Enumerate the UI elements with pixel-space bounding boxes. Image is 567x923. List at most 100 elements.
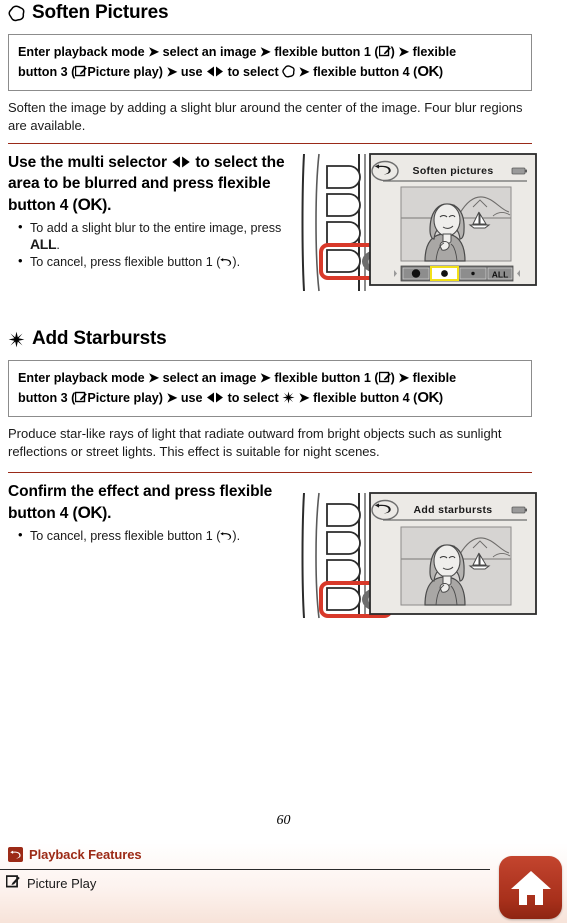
list-item: To cancel, press flexible button 1 (). [18, 253, 288, 270]
starburst-icon [8, 331, 25, 348]
step-bullet-list-starbursts: To cancel, press flexible button 1 (). [8, 527, 288, 544]
svg-text:Add starbursts: Add starbursts [414, 504, 493, 516]
procedure-line-2: button 3 (Picture play) ➤ use to select … [18, 388, 522, 408]
step-text: Use the multi selector [8, 154, 167, 171]
proc-text: select an image [162, 45, 257, 59]
proc-text: flexible [412, 45, 457, 59]
proc-text: Enter playback mode [18, 371, 145, 385]
arrow-icon: ➤ [148, 44, 160, 59]
multi-selector-left-right-icon [206, 392, 224, 403]
section-description-starbursts: Produce star-like rays of light that rad… [8, 426, 502, 459]
bullet-text: To add a slight blur to the entire image… [30, 221, 282, 235]
arrow-icon: ➤ [148, 370, 160, 385]
proc-text: button 3 ( [18, 391, 76, 405]
step-title-starbursts: Confirm the effect and press flexible bu… [8, 481, 288, 524]
proc-text: flexible button 4 ( [313, 391, 418, 405]
ok-label: OK [77, 195, 103, 214]
proc-text: ) [390, 45, 395, 59]
arrow-icon: ➤ [259, 370, 271, 385]
breadcrumb-parent-label: Playback Features [29, 847, 142, 862]
proc-text: flexible button 4 ( [313, 65, 418, 79]
bullet-text: ). [232, 529, 241, 543]
arrow-icon: ➤ [298, 390, 310, 405]
section-divider [8, 143, 532, 144]
bullet-text: To cancel, press flexible button 1 ( [30, 529, 221, 543]
picture-play-icon [75, 391, 88, 403]
breadcrumb-child-label: Picture Play [27, 876, 97, 891]
back-arrow-badge-icon [8, 847, 23, 862]
bullet-text: To cancel, press flexible button 1 ( [30, 255, 221, 269]
back-arrow-icon [220, 530, 232, 542]
section-soften-pictures: Soften Pictures Enter playback mode ➤ se… [8, 0, 537, 292]
proc-text: ) [390, 371, 395, 385]
section-divider [8, 472, 532, 473]
camera-illustration-soften: OK Soften pictures [297, 150, 542, 295]
ok-label: OK [417, 389, 439, 406]
section-heading-starbursts: Add Starbursts [8, 326, 532, 352]
svg-text:ALL: ALL [492, 270, 509, 280]
arrow-icon: ➤ [259, 44, 271, 59]
page-number: 60 [276, 813, 291, 828]
step-block-soften: Use the multi selector to select the are… [8, 152, 288, 271]
arrow-icon: ➤ [398, 370, 410, 385]
section-add-starbursts: Add Starbursts Enter playback mode ➤ sel… [8, 326, 537, 619]
step-block-starbursts: Confirm the effect and press flexible bu… [8, 481, 288, 545]
soften-circle-icon [8, 4, 25, 22]
procedure-line-1: Enter playback mode ➤ select an image ➤ … [18, 368, 522, 388]
picture-play-icon [378, 45, 391, 57]
breadcrumb-child[interactable]: Picture Play [5, 874, 97, 893]
step-title-soften: Use the multi selector to select the are… [8, 152, 288, 216]
arrow-icon: ➤ [166, 64, 178, 79]
step-text: ). [102, 197, 112, 214]
footer-divider [0, 869, 490, 870]
proc-text: ) [438, 391, 444, 405]
proc-text: button 3 ( [18, 65, 76, 79]
proc-text: Picture play) [87, 65, 163, 79]
proc-text: flexible [412, 371, 457, 385]
picture-play-icon [75, 65, 88, 77]
arrow-icon: ➤ [398, 44, 410, 59]
list-item: To cancel, press flexible button 1 (). [18, 527, 288, 544]
page-footer: Playback Features Picture Play [0, 843, 567, 923]
proc-text: select an image [162, 371, 257, 385]
arrow-icon: ➤ [166, 390, 178, 405]
proc-text: use [180, 391, 203, 405]
all-label: ALL [30, 236, 57, 252]
back-arrow-icon [220, 256, 232, 268]
step-bullet-list-soften: To add a slight blur to the entire image… [8, 219, 288, 270]
home-button[interactable] [499, 856, 562, 919]
bullet-text: ). [232, 255, 241, 269]
home-icon [510, 869, 552, 907]
proc-text: flexible button 1 ( [274, 45, 379, 59]
step-text: ). [102, 505, 112, 522]
procedure-line-2: button 3 (Picture play) ➤ use to select … [18, 62, 522, 82]
starburst-icon [282, 391, 295, 404]
camera-illustration-starbursts: OK Add starbursts [297, 489, 542, 622]
proc-text: ) [438, 65, 444, 79]
picture-play-icon [5, 874, 20, 893]
section-description-soften: Soften the image by adding a slight blur… [8, 100, 523, 133]
list-item: To add a slight blur to the entire image… [18, 219, 288, 253]
step-text: Confirm the effect and press flexible bu… [8, 483, 273, 522]
ok-label: OK [417, 63, 439, 80]
proc-text: flexible button 1 ( [274, 371, 379, 385]
breadcrumb-parent[interactable]: Playback Features [8, 847, 142, 862]
procedure-line-1: Enter playback mode ➤ select an image ➤ … [18, 42, 522, 62]
bullet-text: . [56, 238, 60, 252]
svg-text:Soften pictures: Soften pictures [413, 165, 494, 177]
proc-text: to select [227, 391, 279, 405]
proc-text: Enter playback mode [18, 45, 145, 59]
manual-page: Soften Pictures Enter playback mode ➤ se… [0, 0, 567, 923]
picture-play-icon [378, 371, 391, 383]
multi-selector-left-right-icon [206, 66, 224, 77]
procedure-box-soften: Enter playback mode ➤ select an image ➤ … [8, 34, 532, 91]
proc-text: use [180, 65, 203, 79]
proc-text: Picture play) [87, 391, 163, 405]
procedure-box-starbursts: Enter playback mode ➤ select an image ➤ … [8, 360, 532, 417]
section-heading-soften: Soften Pictures [8, 0, 532, 26]
section-title-soften: Soften Pictures [32, 2, 169, 23]
multi-selector-left-right-icon [171, 156, 191, 168]
ok-label: OK [77, 503, 103, 522]
arrow-icon: ➤ [298, 64, 310, 79]
section-title-starbursts: Add Starbursts [32, 328, 167, 349]
